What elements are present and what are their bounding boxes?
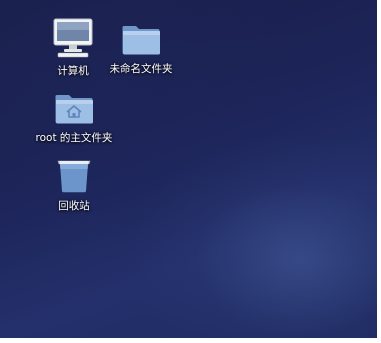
desktop-icon-label: root 的主文件夹 xyxy=(35,132,113,144)
trash-icon xyxy=(29,157,119,197)
desktop-icon-home-folder[interactable]: root 的主文件夹 xyxy=(29,91,119,145)
desktop-icon-untitled-folder[interactable]: 未命名文件夹 xyxy=(96,20,186,76)
desktop-icon-trash[interactable]: 回收站 xyxy=(29,157,119,213)
desktop-icon-label: 回收站 xyxy=(58,200,90,212)
desktop-icon-label: 未命名文件夹 xyxy=(109,63,173,75)
folder-icon xyxy=(96,20,186,60)
home-folder-icon xyxy=(29,91,119,129)
desktop[interactable]: 计算机 未命名文件夹 root 的主文件夹 回收站 xyxy=(0,0,377,338)
